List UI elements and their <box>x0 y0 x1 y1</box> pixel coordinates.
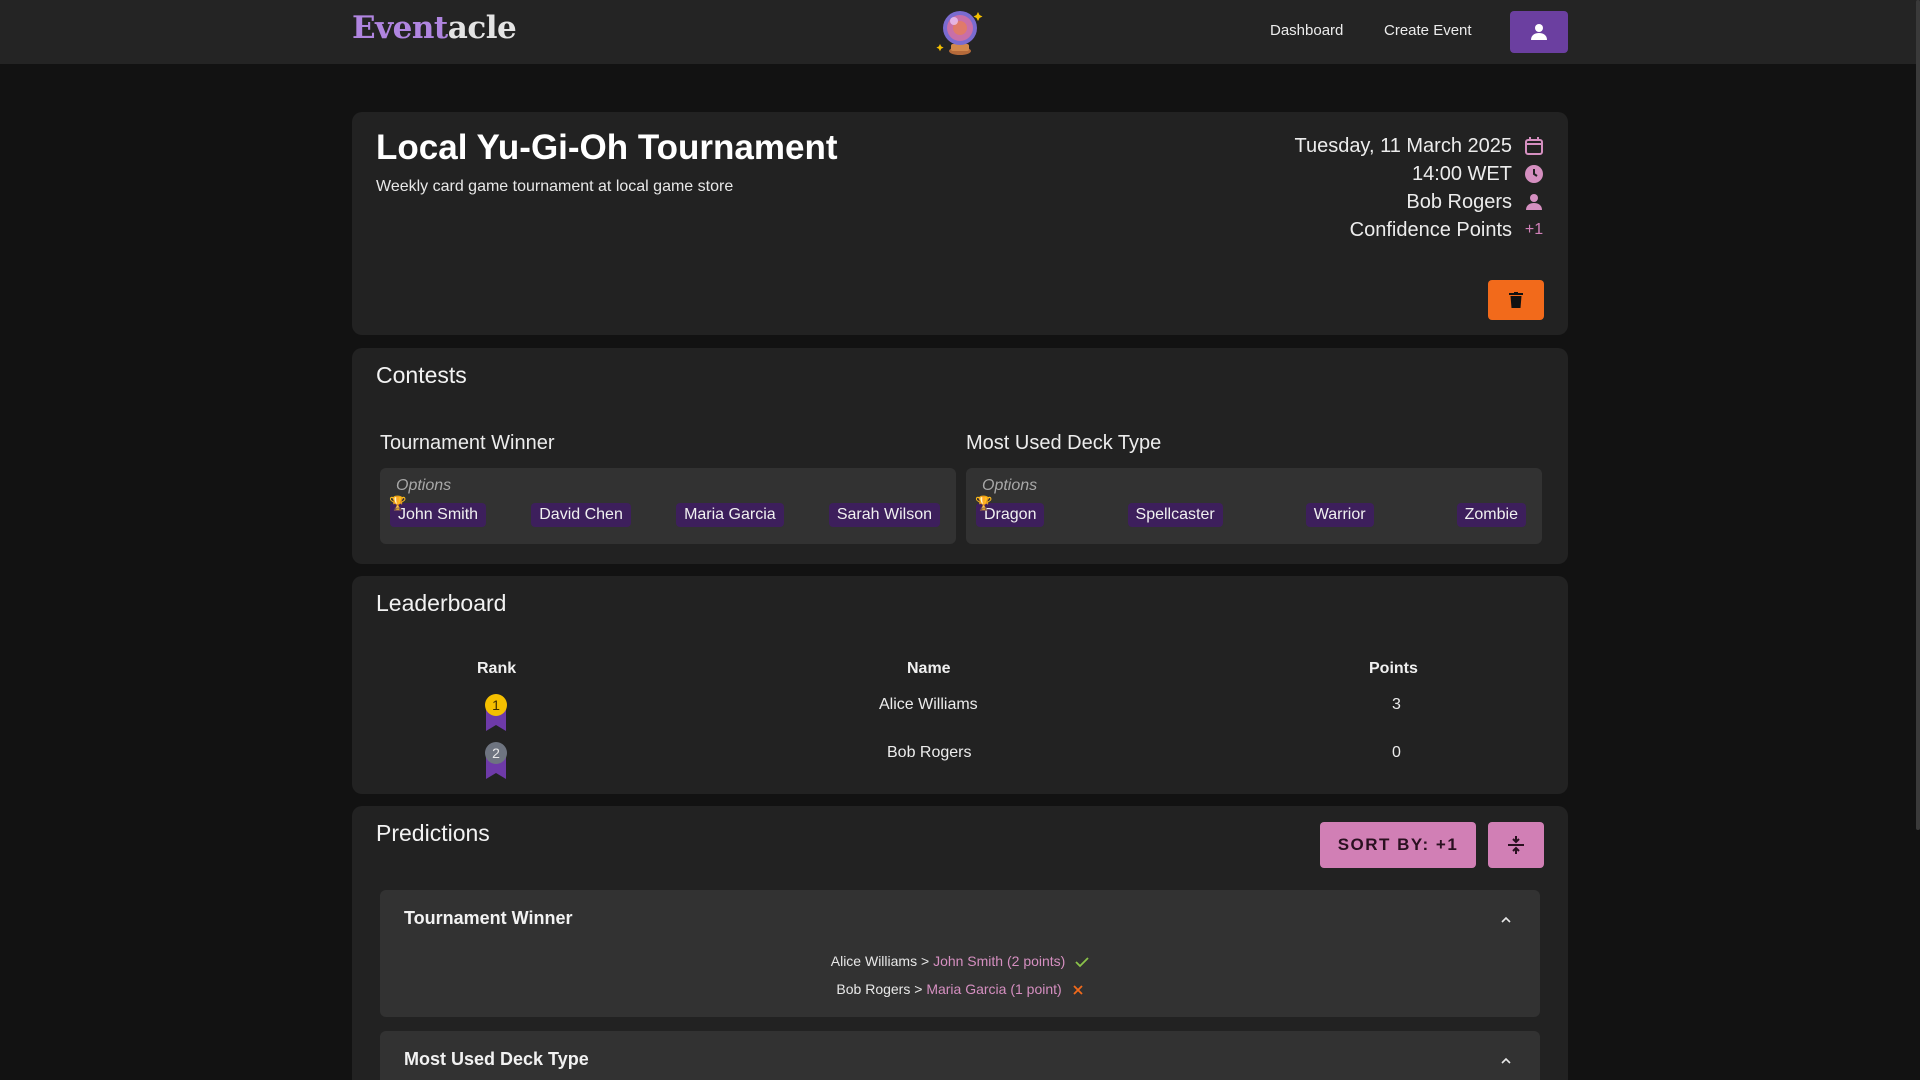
option-chip[interactable]: Sarah Wilson <box>828 503 940 527</box>
option-label: Spellcaster <box>1135 506 1215 523</box>
page-scrollbar[interactable] <box>1916 0 1920 830</box>
navbar: Eventacle Dashboard Create Event <box>0 0 1920 64</box>
contest-name: Tournament Winner <box>380 432 555 454</box>
nav-create-event-link[interactable]: Create Event <box>1384 22 1472 39</box>
crystal-ball-icon[interactable] <box>934 6 986 58</box>
accordion-title[interactable]: Tournament Winner <box>404 908 573 929</box>
compress-toggle-button[interactable] <box>1488 822 1544 868</box>
options-label: Options <box>982 477 1038 494</box>
option-chip[interactable]: Zombie <box>1456 503 1526 527</box>
event-organizer: Bob Rogers <box>1406 190 1512 213</box>
check-icon <box>1075 957 1089 968</box>
chevron-up-icon[interactable] <box>1500 1055 1512 1067</box>
nav-dashboard-link[interactable]: Dashboard <box>1270 22 1343 39</box>
clock-icon <box>1524 164 1544 184</box>
silver-medal-icon: 2 <box>485 742 507 779</box>
prediction-user: Alice Williams <box>830 953 918 969</box>
event-meta: Tuesday, 11 March 2025 14:00 WET Bob Rog… <box>1294 132 1544 244</box>
event-details-card: Local Yu-Gi-Oh Tournament Weekly card ga… <box>352 112 1568 335</box>
prediction-line: Bob Rogers > Maria Garcia (1 point) <box>380 981 1540 997</box>
predictions-card: Predictions SORT BY: +1 Tournament Winne… <box>352 806 1568 1080</box>
brand-part-2: acle <box>447 10 517 46</box>
event-description: Weekly card game tournament at local gam… <box>376 178 734 195</box>
leaderboard-name: Bob Rogers <box>887 744 972 761</box>
option-label: David Chen <box>539 506 623 523</box>
delete-event-button[interactable] <box>1488 280 1544 320</box>
scoring-label: Confidence Points <box>1349 218 1512 241</box>
options-label: Options <box>396 477 452 494</box>
option-label: John Smith <box>398 506 479 523</box>
person-icon <box>1524 192 1544 212</box>
accordion-title[interactable]: Most Used Deck Type <box>404 1049 589 1070</box>
prediction-pick: Maria Garcia (1 point) <box>926 981 1062 997</box>
user-icon <box>1531 24 1547 40</box>
chevron-up-icon[interactable] <box>1500 914 1512 926</box>
leaderboard-card: Leaderboard Rank Name Points 1 Alice Wil… <box>352 576 1568 794</box>
option-label: Maria Garcia <box>684 506 776 523</box>
predictions-title: Predictions <box>376 820 490 846</box>
leaderboard-title: Leaderboard <box>376 590 507 616</box>
calendar-icon <box>1524 136 1544 156</box>
rank-number: 1 <box>492 697 500 713</box>
event-date: Tuesday, 11 March 2025 <box>1294 134 1512 157</box>
trophy-icon: 🏆 <box>975 495 993 511</box>
event-title: Local Yu-Gi-Oh Tournament <box>376 128 838 167</box>
contests-card: Contests Tournament Winner Options 🏆 John… <box>352 348 1568 564</box>
compress-icon <box>1508 836 1524 854</box>
event-date-row: Tuesday, 11 March 2025 <box>1294 132 1544 160</box>
accordion-tournament-winner: Tournament Winner Alice Williams > John … <box>380 890 1540 1017</box>
option-chips: 🏆 Dragon Spellcaster Warrior Zombie <box>975 495 1526 527</box>
option-chip-winner[interactable]: 🏆 Dragon <box>975 495 1045 527</box>
trash-icon <box>1509 292 1523 308</box>
contest-name: Most Used Deck Type <box>966 432 1162 454</box>
event-time-row: 14:00 WET <box>1294 160 1544 188</box>
prediction-pick: John Smith (2 points) <box>933 953 1066 969</box>
column-header-name: Name <box>907 660 951 677</box>
contest-most-used-deck-type: Most Used Deck Type Options 🏆 Dragon Spel… <box>966 432 1542 544</box>
brand-part-1: Event <box>352 10 448 46</box>
cross-icon <box>1072 985 1083 995</box>
contest-options-box: Options 🏆 John Smith David Chen Maria Gar… <box>380 468 956 544</box>
gold-medal-icon: 1 <box>485 694 507 731</box>
brand-logo[interactable]: Eventacle <box>352 10 517 46</box>
prediction-line: Alice Williams > John Smith (2 points) <box>380 953 1540 969</box>
leaderboard-points: 3 <box>1392 696 1401 713</box>
option-label: Warrior <box>1313 506 1366 523</box>
accordion-most-used-deck-type: Most Used Deck Type <box>380 1031 1540 1080</box>
prediction-separator: > <box>914 981 923 997</box>
prediction-separator: > <box>920 953 930 969</box>
sort-button[interactable]: SORT BY: +1 <box>1320 822 1476 868</box>
event-time: 14:00 WET <box>1411 162 1512 185</box>
option-chip-winner[interactable]: 🏆 John Smith <box>389 495 487 527</box>
contest-options-box: Options 🏆 Dragon Spellcaster Warrior Zomb… <box>966 468 1542 544</box>
trophy-icon: 🏆 <box>389 495 407 511</box>
option-chip[interactable]: Warrior <box>1305 503 1374 527</box>
leaderboard-points: 0 <box>1392 744 1401 761</box>
event-organizer-row: Bob Rogers <box>1294 188 1544 216</box>
option-chip[interactable]: Maria Garcia <box>676 503 784 527</box>
contests-title: Contests <box>376 362 467 388</box>
column-header-rank: Rank <box>477 660 517 677</box>
option-chips: 🏆 John Smith David Chen Maria Garcia Sara… <box>389 495 940 527</box>
user-menu-button[interactable] <box>1510 11 1568 53</box>
rank-number: 2 <box>492 745 500 761</box>
option-label: Sarah Wilson <box>836 506 932 523</box>
column-header-points: Points <box>1369 660 1418 677</box>
leaderboard-name: Alice Williams <box>879 696 978 713</box>
option-chip[interactable]: David Chen <box>531 503 631 527</box>
event-scoring-row: Confidence Points +1 <box>1294 216 1544 244</box>
prediction-user: Bob Rogers <box>836 981 911 997</box>
option-chip[interactable]: Spellcaster <box>1127 503 1223 527</box>
contest-tournament-winner: Tournament Winner Options 🏆 John Smith Da… <box>380 432 956 544</box>
option-label: Zombie <box>1464 506 1518 523</box>
scoring-value: +1 <box>1524 221 1544 238</box>
